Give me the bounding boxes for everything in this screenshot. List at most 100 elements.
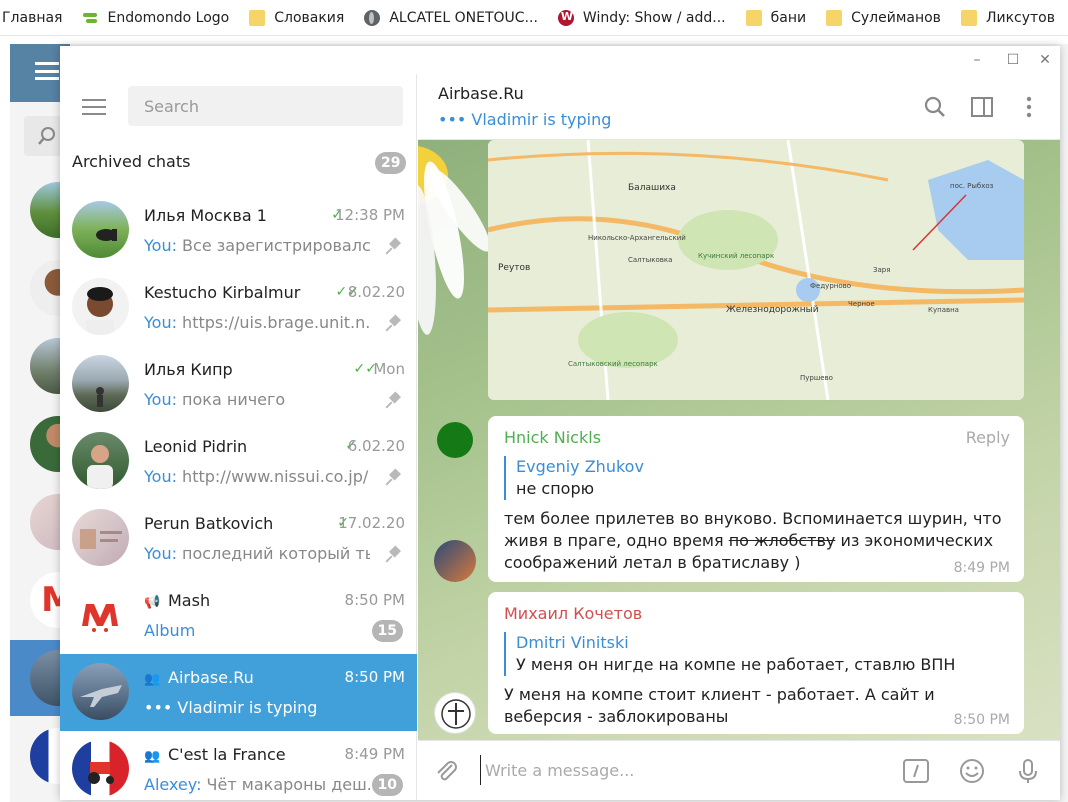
globe-icon: [364, 9, 381, 26]
passport-icon: [80, 529, 122, 549]
svg-text:Салтыковка: Салтыковка: [628, 256, 672, 264]
avatar: [72, 201, 129, 258]
archived-count-badge: 29: [375, 152, 407, 174]
chat-name: Leonid Pidrin: [144, 437, 248, 456]
archived-chats-label[interactable]: Archived chats: [72, 152, 190, 171]
daisy-decoration: [418, 145, 491, 458]
bookmark-slovakia[interactable]: Словакия: [249, 9, 344, 26]
chat-item-kestucho[interactable]: Kestucho Kirbalmur ✓✓ 8.02.20 You: https…: [60, 269, 417, 346]
maximize-button[interactable]: ☐: [1002, 50, 1024, 70]
message-bubble[interactable]: Hnick Nickls Reply Evgeniy Zhukov не спо…: [488, 416, 1024, 582]
chat-time: 17.02.20: [338, 514, 405, 532]
bookmark-suleymanov[interactable]: Сулейманов: [826, 9, 941, 26]
bookmark-main[interactable]: Главная: [2, 10, 62, 26]
avatar: [72, 740, 129, 797]
chat-item-ilya-kipr[interactable]: Илья Кипр ✓✓ Mon You: пока ничего: [60, 346, 417, 423]
bookmark-endomondo[interactable]: Endomondo Logo: [82, 10, 229, 26]
microphone-icon[interactable]: [1014, 757, 1042, 785]
bookmarks-bar: Главная Endomondo Logo Словакия ALCATEL …: [0, 0, 1068, 36]
chat-title[interactable]: Airbase.Ru: [438, 84, 524, 103]
pin-icon: [385, 546, 403, 564]
message-time: 8:50 PM: [953, 712, 1010, 728]
map-message[interactable]: Балашиха Реутов Никольско-Архангельский …: [488, 140, 1024, 400]
chat-item-ilya-moskva[interactable]: Илья Москва 1 ✓ 12:38 PM You: Все зареги…: [60, 192, 417, 269]
endomondo-icon: [82, 10, 98, 26]
windy-icon: [557, 9, 574, 26]
close-button[interactable]: ✕: [1034, 50, 1056, 70]
folder-icon: [960, 9, 977, 26]
attach-icon[interactable]: [432, 757, 460, 785]
quoted-message[interactable]: Dmitri Vinitski У меня он нигде на компе…: [504, 632, 955, 676]
folder-icon: [745, 9, 762, 26]
message-input[interactable]: [480, 755, 880, 785]
reply-button[interactable]: Reply: [966, 428, 1010, 447]
sidebar-toggle-icon[interactable]: [969, 94, 995, 120]
unread-badge: 10: [371, 774, 403, 796]
more-icon[interactable]: [1016, 94, 1042, 120]
chat-item-cest-la-france[interactable]: 👥 C'est la France 8:49 PM Alexey: Чёт мак…: [60, 731, 417, 800]
chat-time: 8:49 PM: [344, 745, 405, 763]
chat-time: 12:38 PM: [335, 206, 405, 224]
svg-text:Купавна: Купавна: [928, 306, 959, 314]
anchor-emblem-icon: [441, 699, 471, 729]
chat-name: Илья Москва 1: [144, 206, 267, 225]
group-icon: 👥: [144, 672, 161, 687]
message-bubble[interactable]: Михаил Кочетов Dmitri Vinitski У меня он…: [488, 592, 1024, 734]
bookmark-windy[interactable]: Windy: Show / add...: [557, 9, 726, 26]
bookmark-bani[interactable]: бани: [745, 9, 806, 26]
message-author[interactable]: Михаил Кочетов: [504, 604, 642, 623]
folder-icon: [249, 9, 266, 26]
chat-time: 8.02.20: [347, 283, 405, 301]
search-icon[interactable]: [922, 94, 948, 120]
chat-item-leonid[interactable]: Leonid Pidrin ✓ 6.02.20 You: http://www.…: [60, 423, 417, 500]
tractor-icon: [88, 762, 114, 784]
svg-text:Салтыковский лесопарк: Салтыковский лесопарк: [568, 360, 658, 368]
search-input[interactable]: [128, 86, 403, 126]
chat-preview: You: Все зарегистрировалс...: [144, 236, 370, 255]
svg-text:Железнодорожный: Железнодорожный: [726, 305, 819, 315]
chat-preview: Album: [144, 621, 196, 640]
chat-item-mash[interactable]: 📢 Mash 8:50 PM Album 15: [60, 577, 417, 654]
svg-text:Реутов: Реутов: [498, 263, 530, 273]
message-author[interactable]: Hnick Nickls: [504, 428, 601, 447]
chat-item-perun[interactable]: Perun Batkovich ✓ 17.02.20 You: последни…: [60, 500, 417, 577]
chat-time: Mon: [373, 360, 405, 378]
title-bar: – ☐ ✕: [60, 46, 1060, 74]
avatar: [72, 355, 129, 412]
message-time: 8:49 PM: [953, 560, 1010, 576]
chat-preview: ••• Vladimir is typing: [144, 698, 318, 717]
avatar[interactable]: [434, 692, 476, 734]
chat-preview: You: http://www.nissui.co.jp/...: [144, 467, 370, 486]
chat-item-airbase[interactable]: 👥 Airbase.Ru 8:50 PM ••• Vladimir is typi…: [60, 654, 417, 731]
bot-commands-icon[interactable]: [902, 757, 930, 785]
avatar: [72, 432, 129, 489]
minimize-button[interactable]: –: [966, 50, 988, 70]
pin-icon: [385, 238, 403, 256]
svg-text:Кучинский лесопарк: Кучинский лесопарк: [698, 252, 774, 260]
emoji-icon[interactable]: [958, 757, 986, 785]
mash-logo-icon: [82, 604, 118, 632]
menu-icon: [35, 62, 59, 80]
pin-icon: [385, 315, 403, 333]
chat-name: Kestucho Kirbalmur: [144, 283, 301, 302]
person-icon: [86, 287, 114, 335]
svg-text:пос. Рыбхоз: пос. Рыбхоз: [950, 182, 994, 190]
quoted-message[interactable]: Evgeniy Zhukov не спорю: [504, 456, 644, 500]
telegram-window: – ☐ ✕ Archived chats 29 Илья Москва 1 ✓ …: [60, 46, 1060, 800]
bookmark-liksutov[interactable]: Ликсутов: [960, 9, 1055, 26]
chat-header: Airbase.Ru ••• Vladimir is typing: [418, 74, 1060, 140]
typing-status: ••• Vladimir is typing: [438, 110, 612, 129]
menu-icon[interactable]: [82, 99, 106, 115]
svg-text:Пуршево: Пуршево: [800, 374, 833, 382]
message-text: У меня на компе стоит клиент - работает.…: [504, 685, 935, 726]
pin-icon: [385, 392, 403, 410]
megaphone-icon: 📢: [144, 595, 161, 610]
bookmark-alcatel[interactable]: ALCATEL ONETOUC...: [364, 9, 538, 26]
avatar[interactable]: [434, 540, 476, 582]
dog-icon: [96, 229, 117, 241]
map-label: Балашиха: [628, 183, 676, 193]
svg-text:Заря: Заря: [873, 266, 890, 274]
chat-name: 👥 C'est la France: [144, 745, 286, 764]
chat-name: 👥 Airbase.Ru: [144, 668, 254, 687]
avatar: [72, 586, 129, 643]
